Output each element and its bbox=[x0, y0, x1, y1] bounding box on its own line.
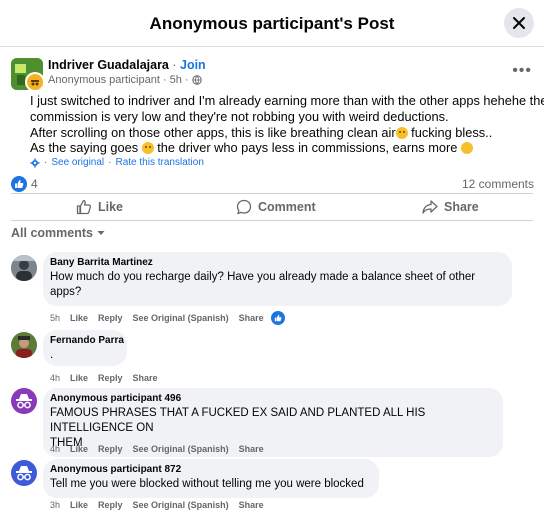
post-meta: Anonymous participant · 5h · bbox=[48, 74, 202, 86]
comment-reply-button[interactable]: Reply bbox=[98, 444, 123, 454]
comment-time[interactable]: 5h bbox=[50, 313, 60, 323]
separator-dot: · bbox=[184, 74, 189, 86]
see-original-link[interactable]: See original bbox=[51, 157, 104, 168]
comment-like-button[interactable]: Like bbox=[70, 313, 88, 323]
comment-bubble: Fernando Parra . bbox=[43, 330, 127, 366]
comment-share-button[interactable]: Share bbox=[133, 373, 158, 383]
like-label: Like bbox=[98, 200, 124, 214]
like-reaction-icon bbox=[11, 176, 27, 192]
group-avatar[interactable] bbox=[11, 58, 43, 90]
comment-reply-button[interactable]: Reply bbox=[98, 500, 123, 510]
see-original-link[interactable]: See Original (Spanish) bbox=[133, 500, 229, 510]
user-photo-icon bbox=[11, 332, 37, 358]
comments-filter-label: All comments bbox=[11, 226, 93, 240]
comment-time[interactable]: 4h bbox=[50, 444, 60, 454]
comments-count-link[interactable]: 12 comments bbox=[462, 177, 534, 191]
divider bbox=[11, 193, 533, 194]
commenter-name[interactable]: Bany Barrita Martinez bbox=[50, 257, 503, 268]
comment-share-button[interactable]: Share bbox=[239, 444, 264, 454]
post-author: Anonymous participant bbox=[48, 74, 160, 86]
post-line: I just switched to indriver and I'm alre… bbox=[30, 93, 544, 108]
comment-share-button[interactable]: Share bbox=[239, 313, 264, 323]
anonymous-icon bbox=[16, 394, 32, 409]
group-name-link[interactable]: Indriver Guadalajara bbox=[48, 58, 169, 72]
divider bbox=[11, 220, 533, 221]
close-icon bbox=[513, 17, 525, 29]
share-label: Share bbox=[444, 200, 479, 214]
gear-icon bbox=[30, 158, 40, 167]
post-line: commission is very low and they're not r… bbox=[30, 108, 449, 124]
anonymous-icon bbox=[16, 466, 32, 481]
commenter-name[interactable]: Anonymous participant 872 bbox=[50, 464, 370, 475]
like-reaction-icon[interactable] bbox=[270, 311, 285, 325]
comment-button[interactable]: Comment bbox=[236, 198, 316, 216]
thumbs-up-icon bbox=[76, 199, 92, 215]
translation-links: · See original · Rate this translation bbox=[30, 157, 204, 168]
globe-icon bbox=[191, 75, 202, 85]
comment-text: Tell me you were blocked without telling… bbox=[50, 478, 364, 490]
comment-reply-button[interactable]: Reply bbox=[98, 373, 123, 383]
comment-share-button[interactable]: Share bbox=[239, 500, 264, 510]
commenter-name[interactable]: Anonymous participant 496 bbox=[50, 393, 494, 404]
dialog-title: Anonymous participant's Post bbox=[149, 14, 395, 33]
see-original-link[interactable]: See Original (Spanish) bbox=[133, 444, 229, 454]
comment-label: Comment bbox=[258, 200, 316, 214]
caret-down-icon bbox=[97, 231, 105, 235]
close-button[interactable] bbox=[504, 8, 534, 38]
separator-dot: · bbox=[162, 74, 167, 86]
grinning-emoji-icon bbox=[141, 142, 154, 155]
translate-sep: · bbox=[108, 157, 112, 168]
comment-bubble: Anonymous participant 872 Tell me you we… bbox=[43, 459, 379, 498]
comment-actions: 5h Like Reply See Original (Spanish) Sha… bbox=[50, 311, 285, 325]
avatar[interactable] bbox=[11, 460, 37, 486]
join-button[interactable]: Join bbox=[180, 58, 206, 72]
avatar[interactable] bbox=[11, 255, 37, 281]
separator-dot: · bbox=[168, 58, 180, 72]
post-line: After scrolling on those other apps, thi… bbox=[30, 124, 493, 140]
post-author-line: Indriver Guadalajara · Join bbox=[48, 58, 206, 72]
post-body: I just switched to indriver and I'm alre… bbox=[30, 93, 544, 156]
commenter-name[interactable]: Fernando Parra bbox=[50, 335, 124, 346]
comments-filter-dropdown[interactable]: All comments bbox=[11, 226, 105, 240]
comment-text: . bbox=[50, 349, 54, 361]
share-button[interactable]: Share bbox=[422, 198, 479, 216]
more-options-button[interactable]: ••• bbox=[512, 62, 532, 80]
like-button[interactable]: Like bbox=[76, 198, 123, 216]
share-arrow-icon bbox=[422, 200, 438, 214]
comment-bubble: Bany Barrita Martinez How much do you re… bbox=[43, 252, 512, 306]
comment-bubble-icon bbox=[236, 199, 252, 215]
comment-like-button[interactable]: Like bbox=[70, 373, 88, 383]
post-line: As the saying goes the driver who pays l… bbox=[30, 140, 530, 156]
comment-text: How much do you recharge daily? Have you… bbox=[50, 271, 476, 298]
comment-time[interactable]: 3h bbox=[50, 500, 60, 510]
post-time[interactable]: 5h bbox=[170, 74, 182, 86]
comment-reply-button[interactable]: Reply bbox=[98, 313, 123, 323]
crying-emoji-icon bbox=[460, 142, 473, 155]
comment-time[interactable]: 4h bbox=[50, 373, 60, 383]
translate-sep: · bbox=[44, 157, 48, 168]
anonymous-badge-icon bbox=[31, 80, 39, 86]
comment-like-button[interactable]: Like bbox=[70, 444, 88, 454]
comment-like-button[interactable]: Like bbox=[70, 500, 88, 510]
dialog-header: Anonymous participant's Post bbox=[0, 0, 544, 47]
comment-actions: 3h Like Reply See Original (Spanish) Sha… bbox=[50, 500, 264, 510]
comment-actions: 4h Like Reply Share bbox=[50, 373, 158, 383]
see-original-link[interactable]: See Original (Spanish) bbox=[133, 313, 229, 323]
avatar[interactable] bbox=[11, 388, 37, 414]
reaction-count: 4 bbox=[31, 177, 38, 191]
comment-actions: 4h Like Reply See Original (Spanish) Sha… bbox=[50, 444, 264, 454]
user-photo-icon bbox=[11, 255, 37, 281]
rate-translation-link[interactable]: Rate this translation bbox=[116, 157, 204, 168]
grinning-emoji-icon bbox=[395, 126, 408, 139]
reaction-summary[interactable]: 4 bbox=[11, 176, 38, 192]
avatar[interactable] bbox=[11, 332, 37, 358]
